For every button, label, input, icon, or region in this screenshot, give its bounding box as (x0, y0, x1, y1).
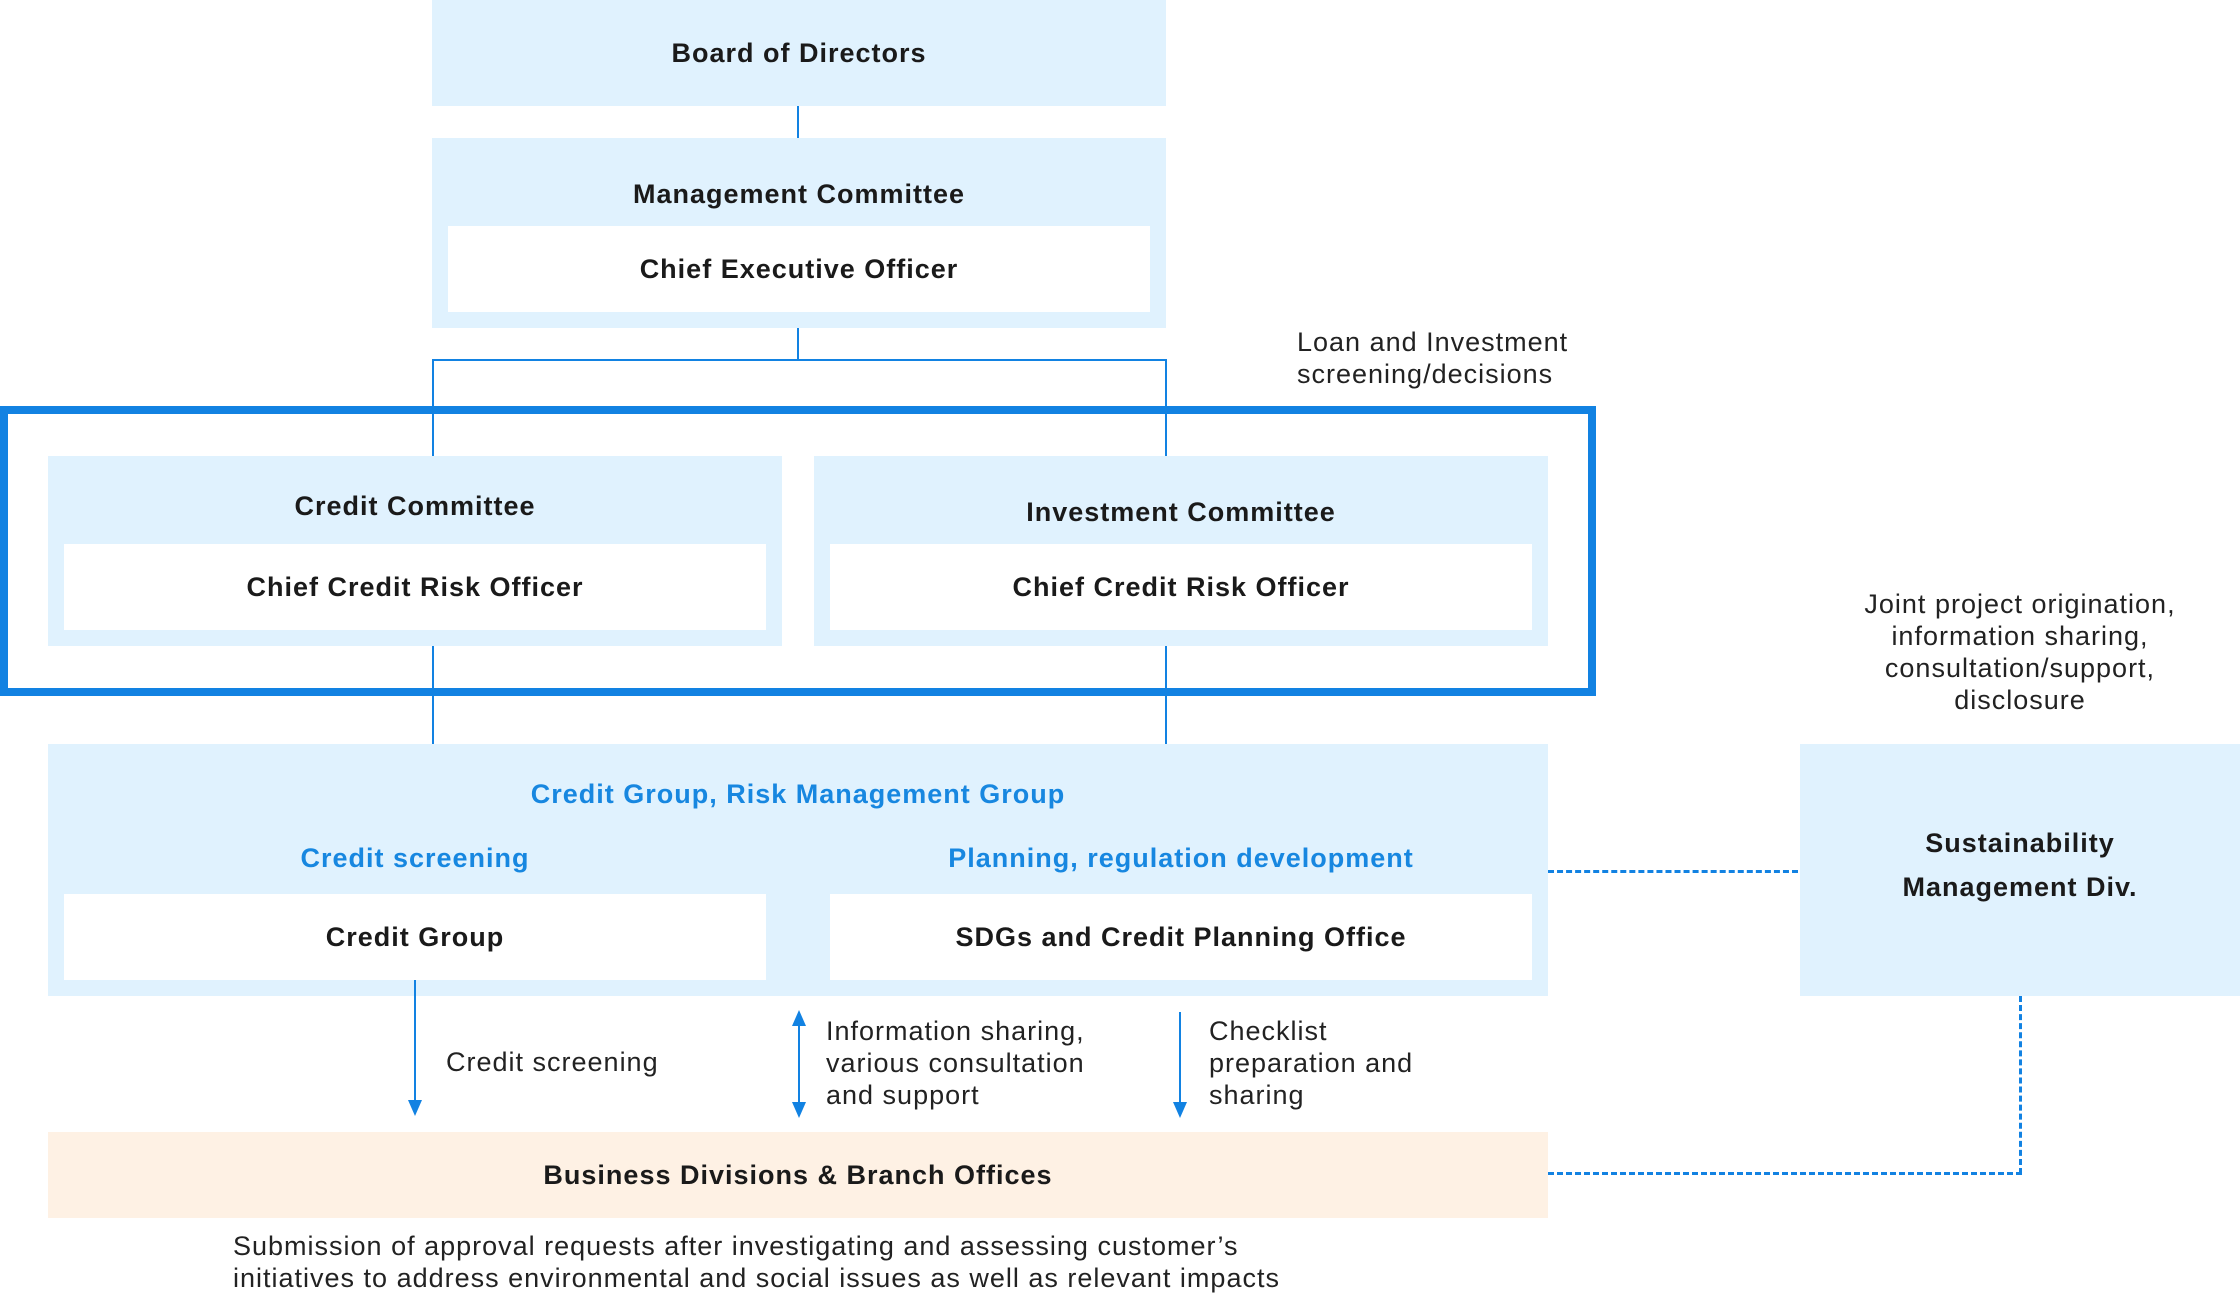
sustainability-label-line1: Sustainability (1925, 828, 2115, 858)
connector-credit-committee-groups (432, 646, 434, 744)
connector-investment-committee-groups (1165, 646, 1167, 744)
flow-label-information-sharing: Information sharing, various consultatio… (826, 1016, 1085, 1110)
investment-committee-label: Investment Committee (1026, 496, 1336, 527)
credit-group-label: Credit Group (325, 921, 505, 952)
business-divisions-label: Business Divisions & Branch Offices (543, 1159, 1053, 1190)
arrow-down-icon (792, 1102, 806, 1118)
investment-committee-officer-label: Chief Credit Risk Officer (1012, 571, 1350, 602)
sustainability-label-line2: Management Div. (1902, 872, 2138, 902)
ceo-label: Chief Executive Officer (639, 253, 959, 284)
sustainability-management-box: Sustainability Management Div. (1800, 744, 2240, 996)
investment-committee-officer-box: Chief Credit Risk Officer (830, 544, 1532, 630)
credit-risk-groups-label: Credit Group, Risk Management Group (530, 778, 1066, 809)
credit-committee-officer-label: Chief Credit Risk Officer (246, 571, 584, 602)
board-of-directors-label: Board of Directors (671, 37, 927, 68)
connector-committee-bus (432, 359, 1167, 361)
ceo-box: Chief Executive Officer (448, 226, 1150, 312)
dashed-link-sustainability-down (2019, 996, 2022, 1174)
arrow-down-icon (1173, 1102, 1187, 1118)
flow-label-credit-screening: Credit screening (446, 1047, 659, 1077)
sdgs-credit-planning-office-label: SDGs and Credit Planning Office (955, 921, 1407, 952)
investment-committee-box: Investment Committee Chief Credit Risk O… (814, 456, 1548, 646)
dashed-link-sustainability-business (1548, 1172, 2022, 1175)
credit-screening-role-label: Credit screening (300, 842, 530, 873)
board-of-directors-box: Board of Directors (432, 0, 1166, 106)
sustainability-note: Joint project origination, information s… (1864, 589, 2176, 715)
arrow-down-icon (408, 1100, 422, 1116)
decision-scope-note: Loan and Investment screening/decisions (1297, 327, 1569, 389)
sdgs-credit-planning-office-box: SDGs and Credit Planning Office (830, 894, 1532, 980)
business-divisions-box: Business Divisions & Branch Offices (48, 1132, 1548, 1218)
management-committee-box: Management Committee Chief Executive Off… (432, 138, 1166, 328)
arrow-credit-screening (408, 980, 422, 1116)
credit-committee-label: Credit Committee (294, 490, 536, 521)
connector-board-management (797, 106, 799, 138)
business-divisions-note: Submission of approval requests after in… (233, 1231, 1280, 1293)
credit-risk-groups-box: Credit Group, Risk Management Group Cred… (48, 744, 1548, 996)
management-committee-label: Management Committee (632, 178, 966, 209)
arrow-information-sharing (792, 1010, 806, 1118)
credit-committee-officer-box: Chief Credit Risk Officer (64, 544, 766, 630)
arrow-checklist (1173, 1012, 1187, 1118)
planning-role-label: Planning, regulation development (948, 842, 1414, 873)
credit-committee-box: Credit Committee Chief Credit Risk Offic… (48, 456, 782, 646)
credit-group-box: Credit Group (64, 894, 766, 980)
flow-label-checklist: Checklist preparation and sharing (1209, 1016, 1414, 1110)
connector-management-bus (797, 328, 799, 361)
dashed-link-groups-sustainability (1548, 870, 1798, 873)
